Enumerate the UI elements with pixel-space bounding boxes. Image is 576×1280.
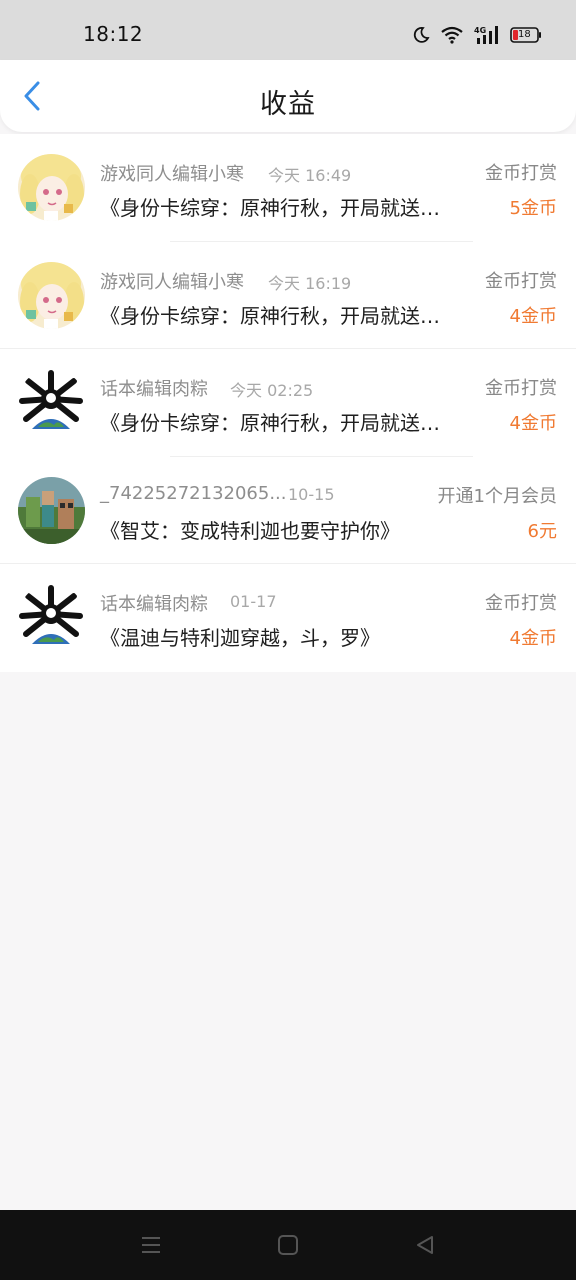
income-type: 开通1个月会员 xyxy=(437,485,557,507)
user-name: 游戏同人编辑小寒 xyxy=(100,164,244,185)
income-list: 游戏同人编辑小寒 今天 16:49 金币打赏 《身份卡综穿：原神行秋，开局就送…… xyxy=(0,134,576,672)
moon-icon xyxy=(412,26,430,44)
battery-level: 18 xyxy=(518,29,531,40)
income-row[interactable]: 话本编辑肉粽 01-17 金币打赏 《温迪与特利迦穿越，斗，罗》 4金币 xyxy=(0,564,576,672)
back-nav-button[interactable] xyxy=(411,1232,439,1258)
avatar[interactable] xyxy=(18,584,85,651)
page-title: 收益 xyxy=(260,89,316,120)
row-time: 今天 02:25 xyxy=(230,381,314,400)
book-title: 《身份卡综穿：原神行秋，开局就送… xyxy=(100,196,440,220)
avatar[interactable] xyxy=(18,261,85,329)
book-title: 《身份卡综穿：原神行秋，开局就送… xyxy=(100,303,440,328)
menu-button[interactable] xyxy=(137,1232,165,1258)
battery-icon: 18 xyxy=(510,26,542,44)
status-time: 18:12 xyxy=(83,22,144,46)
header: 收益 xyxy=(0,60,576,132)
row-time: 今天 16:19 xyxy=(268,273,352,293)
book-title: 《智艾：变成特利迦也要守护你》 xyxy=(100,518,400,543)
home-button[interactable] xyxy=(274,1232,302,1258)
income-type: 金币打赏 xyxy=(485,163,557,184)
book-title: 《身份卡综穿：原神行秋，开局就送… xyxy=(100,411,440,435)
income-amount: 4金币 xyxy=(509,305,557,327)
income-amount: 5金币 xyxy=(509,198,557,219)
user-name: _74225272132065... xyxy=(100,482,287,504)
book-title: 《温迪与特利迦穿越，斗，罗》 xyxy=(100,626,380,650)
income-row[interactable]: 话本编辑肉粽 今天 02:25 金币打赏 《身份卡综穿：原神行秋，开局就送… 4… xyxy=(0,349,576,457)
home-square-icon xyxy=(278,1235,298,1255)
row-time: 01-17 xyxy=(230,592,277,611)
row-time: 今天 16:49 xyxy=(268,166,352,185)
avatar[interactable] xyxy=(18,476,85,544)
avatar[interactable] xyxy=(18,369,85,436)
income-amount: 6元 xyxy=(527,520,557,542)
income-amount: 4金币 xyxy=(509,628,557,649)
income-amount: 4金币 xyxy=(509,413,557,434)
user-name: 话本编辑肉粽 xyxy=(100,379,208,400)
wifi-icon xyxy=(440,26,464,44)
user-name: 话本编辑肉粽 xyxy=(100,594,208,615)
svg-text:4G: 4G xyxy=(474,26,486,35)
income-type: 金币打赏 xyxy=(485,593,557,614)
back-triangle-icon xyxy=(417,1236,433,1254)
status-bar: 18:12 4G 18 xyxy=(0,0,576,60)
income-row[interactable]: 游戏同人编辑小寒 今天 16:19 金币打赏 《身份卡综穿：原神行秋，开局就送…… xyxy=(0,241,576,349)
menu-icon xyxy=(142,1237,160,1253)
income-type: 金币打赏 xyxy=(485,378,557,399)
system-nav-bar xyxy=(0,1210,576,1280)
income-row[interactable]: _74225272132065... 10-15 开通1个月会员 《智艾：变成特… xyxy=(0,456,576,564)
avatar[interactable] xyxy=(18,154,85,221)
user-name: 游戏同人编辑小寒 xyxy=(100,271,244,293)
status-icons: 4G 18 xyxy=(412,22,542,48)
signal-4g-icon: 4G xyxy=(474,25,500,45)
income-row[interactable]: 游戏同人编辑小寒 今天 16:49 金币打赏 《身份卡综穿：原神行秋，开局就送…… xyxy=(0,134,576,242)
row-time: 10-15 xyxy=(288,484,335,504)
income-type: 金币打赏 xyxy=(485,270,557,292)
